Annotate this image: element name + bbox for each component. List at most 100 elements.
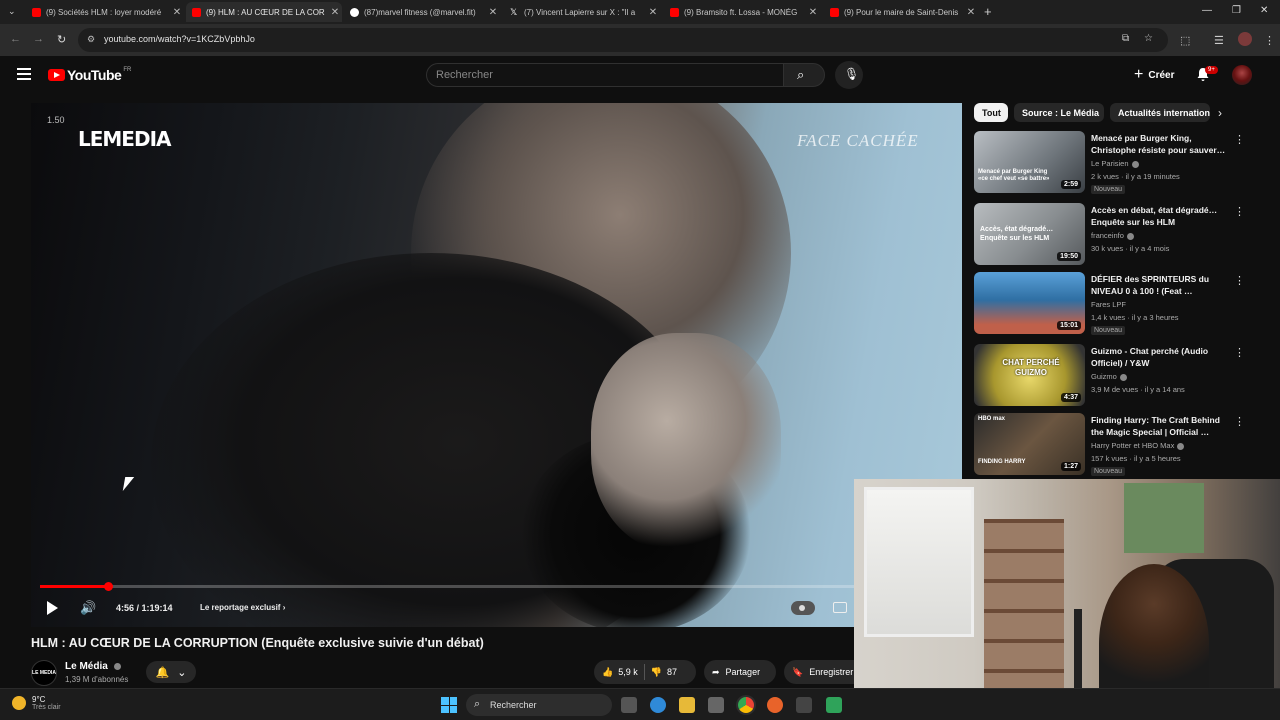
extensions-icon[interactable]: ⬚ [1180, 34, 1190, 47]
app-icon[interactable] [826, 697, 842, 713]
app-icon[interactable] [796, 697, 812, 713]
autoplay-toggle[interactable] [791, 601, 815, 615]
browser-tab[interactable]: (87)marvel fitness (@marvel.fit) ✕ [344, 2, 500, 22]
edge-icon[interactable] [650, 697, 666, 713]
chevron-right-icon: › [282, 603, 286, 612]
channel-name-link[interactable]: Le Média [65, 661, 121, 672]
new-tab-plus-icon[interactable]: + [984, 4, 992, 19]
back-icon[interactable]: ← [10, 33, 21, 45]
video-thumbnail[interactable]: Accès, état dégradé… Enquête sur les HLM… [974, 203, 1085, 265]
task-view-icon[interactable] [621, 697, 637, 713]
duration-badge: 4:37 [1060, 393, 1081, 402]
more-options-icon[interactable]: ⋮ [1234, 415, 1245, 428]
channel-avatar[interactable]: LE MEDIA [31, 660, 57, 686]
dislike-button[interactable]: 👎 87 [651, 660, 677, 684]
weather-widget[interactable]: 9°C Très clair [12, 695, 61, 711]
browser-menu-icon[interactable]: ⋮ [1264, 34, 1275, 47]
progress-scrubber[interactable] [103, 582, 113, 591]
browser-tab-active[interactable]: (9) HLM : AU CŒUR DE LA COR ✕ [186, 2, 342, 22]
recommended-video[interactable]: HBO max FINDING HARRY 1:27 Finding Harry… [974, 413, 1245, 477]
time-display: 4:56 / 1:19:14 [116, 603, 173, 613]
like-button[interactable]: 👍 5,9 k [594, 660, 638, 684]
video-thumbnail[interactable]: 15:01 [974, 272, 1085, 334]
close-tab-icon[interactable]: ✕ [328, 7, 342, 18]
chip-all[interactable]: Tout [974, 103, 1008, 122]
video-player[interactable]: 1.50 LEMEDIA FACE CACHÉE 🔊 4:56 / 1:19:1… [31, 103, 962, 627]
install-app-icon[interactable]: ⧉ [1122, 33, 1129, 44]
subtitles-icon[interactable] [833, 602, 847, 613]
create-label: Créer [1148, 69, 1175, 81]
play-icon[interactable] [47, 601, 58, 615]
close-tab-icon[interactable]: ✕ [170, 7, 184, 18]
site-info-icon[interactable]: ⚙ [87, 34, 95, 45]
bookmark-star-icon[interactable]: ☆ [1144, 33, 1153, 44]
more-options-icon[interactable]: ⋮ [1234, 133, 1245, 146]
dislike-count: 87 [666, 667, 677, 677]
browser-toolbar: ← → ↻ ⚙ youtube.com/watch?v=1KCZbVpbhJo … [0, 24, 1280, 56]
video-thumbnail[interactable]: HBO max FINDING HARRY 1:27 [974, 413, 1085, 475]
taskbar-search[interactable]: ⌕ Rechercher [466, 694, 612, 716]
forward-icon[interactable]: → [33, 33, 44, 45]
duration-badge: 2:59 [1060, 180, 1081, 189]
search-input[interactable] [436, 69, 766, 81]
create-button[interactable]: + Créer [1126, 63, 1182, 87]
browser-tab-strip: ⌄ (9) Sociétés HLM : loyer modéré ✕ (9) … [0, 0, 1280, 24]
close-tab-icon[interactable]: ✕ [964, 7, 978, 18]
recommended-video[interactable]: CHAT PERCHÉ GUIZMO 4:37 Guizmo - Chat pe… [974, 344, 1245, 408]
recommended-video[interactable]: Menacé par Burger King «ce chef veut «se… [974, 131, 1245, 195]
taskbar-search-label: Rechercher [490, 700, 537, 710]
chip-label: Tout [982, 107, 1001, 118]
reading-list-icon[interactable]: ☰ [1214, 34, 1224, 47]
subscription-bell-button[interactable]: 🔔 ⌄ [146, 661, 196, 683]
browser-tab[interactable]: (9) Bramsito ft. Lossa - MONÉG ✕ [664, 2, 820, 22]
webcam-poster [1124, 483, 1204, 553]
video-thumbnail[interactable]: CHAT PERCHÉ GUIZMO 4:37 [974, 344, 1085, 406]
more-options-icon[interactable]: ⋮ [1234, 274, 1245, 287]
more-options-icon[interactable]: ⋮ [1234, 205, 1245, 218]
browser-tab[interactable]: 𝕏 (7) Vincent Lapierre sur X : "Il a ✕ [504, 2, 660, 22]
chip-international-news[interactable]: Actualités internationales [1110, 103, 1210, 122]
duration-badge: 19:50 [1057, 252, 1081, 261]
browser-tab[interactable]: (9) Sociétés HLM : loyer modéré ✕ [26, 2, 184, 22]
weather-sun-icon [12, 696, 26, 710]
chevron-right-icon[interactable]: › [1218, 106, 1222, 120]
recommended-video[interactable]: Accès, état dégradé… Enquête sur les HLM… [974, 203, 1245, 267]
maximize-icon[interactable]: ❐ [1232, 5, 1241, 16]
firefox-icon[interactable] [767, 697, 783, 713]
chip-source[interactable]: Source : Le Média [1014, 103, 1104, 122]
recommendation-channel: Fares LPF [1091, 300, 1127, 309]
progress-bar[interactable] [40, 582, 953, 591]
tab-search-icon[interactable]: ⌄ [8, 6, 16, 17]
file-explorer-icon[interactable] [679, 697, 695, 713]
save-button[interactable]: 🔖 Enregistrer [784, 660, 864, 684]
youtube-logo[interactable]: YouTube FR [48, 67, 131, 83]
subscriber-count: 1,39 M d'abonnés [65, 675, 129, 684]
volume-icon[interactable]: 🔊 [80, 600, 96, 616]
share-button[interactable]: ➦ Partager [704, 660, 776, 684]
search-button[interactable]: ⌕ [783, 63, 825, 87]
close-tab-icon[interactable]: ✕ [646, 7, 660, 18]
tab-title: (9) Sociétés HLM : loyer modéré [46, 7, 162, 17]
chip-label: Actualités internationales [1118, 107, 1210, 118]
profile-avatar[interactable] [1238, 32, 1252, 46]
chapter-button[interactable]: Le reportage exclusif › [200, 603, 285, 612]
voice-search-button[interactable]: 🎙 [835, 61, 863, 89]
chrome-icon[interactable] [738, 697, 754, 713]
recommended-video[interactable]: 15:01 DÉFIER des SPRINTEURS du NIVEAU 0 … [974, 272, 1245, 336]
youtube-header: YouTube FR ⌕ 🎙 + Créer 9+ [0, 56, 1280, 96]
address-bar[interactable]: ⚙ youtube.com/watch?v=1KCZbVpbhJo ⧉ ☆ [78, 28, 1168, 52]
windows-start-icon[interactable] [441, 697, 457, 713]
close-tab-icon[interactable]: ✕ [486, 7, 500, 18]
account-avatar[interactable] [1232, 65, 1252, 85]
video-thumbnail[interactable]: Menacé par Burger King «ce chef veut «se… [974, 131, 1085, 193]
minimize-icon[interactable]: — [1202, 5, 1212, 16]
store-icon[interactable] [708, 697, 724, 713]
close-tab-icon[interactable]: ✕ [806, 7, 820, 18]
more-options-icon[interactable]: ⋮ [1234, 346, 1245, 359]
video-frame-hand [591, 333, 781, 553]
hamburger-menu-icon[interactable] [17, 68, 31, 80]
close-window-icon[interactable]: ✕ [1260, 5, 1268, 16]
reload-icon[interactable]: ↻ [57, 33, 66, 46]
browser-tab[interactable]: (9) Pour le maire de Saint-Denis ✕ [824, 2, 978, 22]
progress-played [40, 585, 108, 588]
